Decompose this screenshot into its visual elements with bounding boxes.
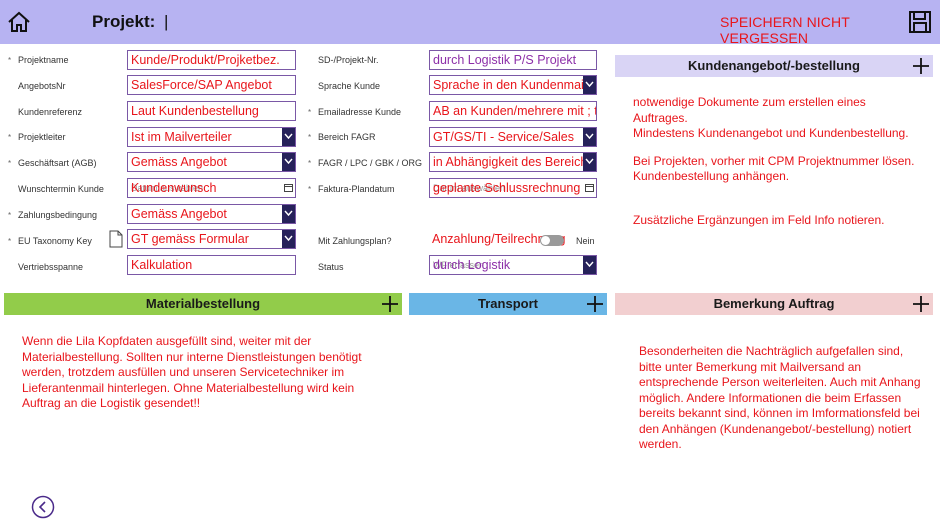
chevron-down-icon[interactable] xyxy=(583,256,596,274)
angebotsnr-input[interactable]: SalesForce/SAP Angebot xyxy=(127,75,296,95)
home-icon[interactable] xyxy=(6,9,32,35)
kundenangebot-info: notwendige Dokumente zum erstellen eines… xyxy=(633,95,914,228)
chevron-down-icon[interactable] xyxy=(282,153,295,171)
label-projektleiter: * Projektleiter xyxy=(8,132,66,142)
label-geschaeftsart: * Geschäftsart (AGB) xyxy=(8,158,97,168)
fagr-lpc-dropdown[interactable]: in Abhängigkeit des Bereichs xyxy=(429,152,597,172)
info-line: Auftrages. xyxy=(633,110,688,125)
geschaeftsart-dropdown[interactable]: Gemäss Angebot xyxy=(127,152,296,172)
label-eu-taxonomy: * EU Taxonomy Key xyxy=(8,236,92,246)
label-projektname: * Projektname xyxy=(8,55,69,65)
kundenreferenz-input[interactable]: Laut Kundenbestellung xyxy=(127,101,296,121)
info-line: Lieferantenmail hinterlegen. Ohne Materi… xyxy=(22,380,355,395)
document-icon[interactable] xyxy=(109,230,123,248)
label-sd-projekt-nr: SD-/Projekt-Nr. xyxy=(318,55,379,65)
label-emailadresse: * Emailadresse Kunde xyxy=(308,107,402,117)
bemerkung-bar: Bemerkung Auftrag xyxy=(615,293,933,315)
emailadresse-input[interactable]: AB an Kunden/mehrere mit ; trennen xyxy=(429,101,597,121)
label-status: Status xyxy=(318,262,344,272)
chevron-down-icon[interactable] xyxy=(583,76,596,94)
vertriebsspanne-input[interactable]: Kalkulation xyxy=(127,255,296,275)
zahlungsplan-toggle[interactable] xyxy=(540,235,564,246)
label-fagr-lpc: * FAGR / LPC / GBK / ORG xyxy=(308,158,423,168)
info-line: bitte unter Bemerkung mit Mailversand an xyxy=(639,359,862,374)
label-angebotsnr: AngebotsNr xyxy=(18,81,66,91)
wunschtermin-value: Kundenwunsch xyxy=(131,181,217,195)
info-line: Kundenbestellung anhängen. xyxy=(633,169,790,183)
info-line: Bei Projekten, vorher mit CPM Projektnum… xyxy=(633,153,915,168)
label-bereich-fagr: * Bereich FAGR xyxy=(308,132,376,142)
add-transport-icon[interactable] xyxy=(585,294,605,314)
info-line: werden. xyxy=(639,437,682,451)
materialbestellung-info: Wenn die Lila Kopfdaten ausgefüllt sind,… xyxy=(22,334,362,412)
sprache-kunde-value: Sprache in den Kundenmails xyxy=(433,78,593,92)
label-mit-zahlungsplan: Mit Zahlungsplan? xyxy=(318,236,392,246)
kundenangebot-bar: Kundenangebot/-bestellung xyxy=(615,55,933,77)
label-sprache-kunde: Sprache Kunde xyxy=(318,81,381,91)
add-bemerkung-icon[interactable] xyxy=(911,294,931,314)
info-line: Mindestens Kundenangebot und Kundenbeste… xyxy=(633,126,909,140)
label-faktura-plandatum: * Faktura-Plandatum xyxy=(308,184,395,194)
geschaeftsart-value: Gemäss Angebot xyxy=(131,155,227,169)
chevron-down-icon[interactable] xyxy=(282,205,295,223)
info-line: entsprechende Person weiterleiten. Auch … xyxy=(639,375,921,389)
materialbestellung-bar: Materialbestellung xyxy=(4,293,402,315)
info-line: Wenn die Lila Kopfdaten ausgefüllt sind,… xyxy=(22,334,312,348)
save-icon[interactable] xyxy=(907,9,933,35)
label-wunschtermin: Wunschtermin Kunde xyxy=(18,184,104,194)
chevron-down-icon[interactable] xyxy=(282,230,295,248)
wunschtermin-datepicker[interactable]: Datum auswählen Kundenwunsch xyxy=(127,178,296,198)
status-dropdown[interactable]: WF erfassen durch Logistik xyxy=(429,255,597,275)
label-kundenreferenz: Kundenreferenz xyxy=(18,107,83,117)
sprache-kunde-dropdown[interactable]: Sprache in den Kundenmails xyxy=(429,75,597,95)
info-line: Materialbestellung. Sollten nur interne … xyxy=(22,349,362,364)
eu-taxonomy-dropdown[interactable]: GT gemäss Formular xyxy=(127,229,296,249)
projektleiter-dropdown[interactable]: Ist im Mailverteiler xyxy=(127,127,296,147)
chevron-down-icon[interactable] xyxy=(583,128,596,146)
calendar-icon[interactable] xyxy=(282,179,295,197)
info-line: notwendige Dokumente zum erstellen eines xyxy=(633,95,866,109)
zahlungsplan-toggle-state: Nein xyxy=(576,236,595,246)
chevron-down-icon[interactable] xyxy=(583,153,596,171)
projektname-input[interactable]: Kunde/Produkt/Projketbez. xyxy=(127,50,296,70)
header-bar: Projekt: | SPEICHERN NICHT VERGESSEN xyxy=(0,0,940,46)
toggle-knob xyxy=(541,236,550,245)
faktura-plandatum-value: geplante Schlussrechnung xyxy=(433,181,581,195)
label-zahlungsbedingung: * Zahlungsbedingung xyxy=(8,210,98,220)
eu-taxonomy-value: GT gemäss Formular xyxy=(131,232,249,246)
bemerkung-info: Besonderheiten die Nachträglich aufgefal… xyxy=(639,344,921,453)
zahlungsbedingung-dropdown[interactable]: Gemäss Angebot xyxy=(127,204,296,224)
label-vertriebsspanne: Vertriebsspanne xyxy=(18,262,84,272)
back-arrow-icon[interactable] xyxy=(31,495,55,519)
fagr-lpc-value: in Abhängigkeit des Bereichs xyxy=(433,155,594,169)
info-line: werden, trotzdem ausfüllen und unseren S… xyxy=(22,365,345,379)
zahlungsbedingung-value: Gemäss Angebot xyxy=(131,207,227,221)
project-name-value: | xyxy=(164,12,169,31)
info-line: Auftrag an die Logistik gesendet!! xyxy=(22,396,201,410)
info-line: möglich. Andere Informationen die beim E… xyxy=(639,390,902,405)
page-title: Projekt: xyxy=(92,12,156,31)
bereich-fagr-dropdown[interactable]: GT/GS/TI - Service/Sales xyxy=(429,127,597,147)
sd-projekt-nr-input[interactable]: durch Logistik P/S Projekt xyxy=(429,50,597,70)
transport-bar: Transport xyxy=(409,293,607,315)
projektleiter-value: Ist im Mailverteiler xyxy=(131,130,232,144)
info-line: den Anhängen (Kundenangebot/-bestellung)… xyxy=(639,421,912,436)
add-kundenangebot-icon[interactable] xyxy=(911,56,931,76)
bemerkung-title: Bemerkung Auftrag xyxy=(713,296,835,311)
add-materialbestellung-icon[interactable] xyxy=(380,294,400,314)
faktura-plandatum-datepicker[interactable]: Datum auswählen geplante Schlussrechnung xyxy=(429,178,597,198)
kundenangebot-title: Kundenangebot/-bestellung xyxy=(688,58,860,73)
status-value: durch Logistik xyxy=(433,258,511,272)
materialbestellung-title: Materialbestellung xyxy=(145,296,261,311)
info-line: Zusätzliche Ergänzungen im Feld Info not… xyxy=(633,212,885,227)
info-line: Besonderheiten die Nachträglich aufgefal… xyxy=(639,344,904,358)
bereich-fagr-value: GT/GS/TI - Service/Sales xyxy=(433,130,575,144)
chevron-down-icon[interactable] xyxy=(282,128,295,146)
info-line: bereits bekannt sind, können im Imformat… xyxy=(639,406,920,420)
calendar-icon[interactable] xyxy=(583,179,596,197)
transport-title: Transport xyxy=(478,296,538,311)
